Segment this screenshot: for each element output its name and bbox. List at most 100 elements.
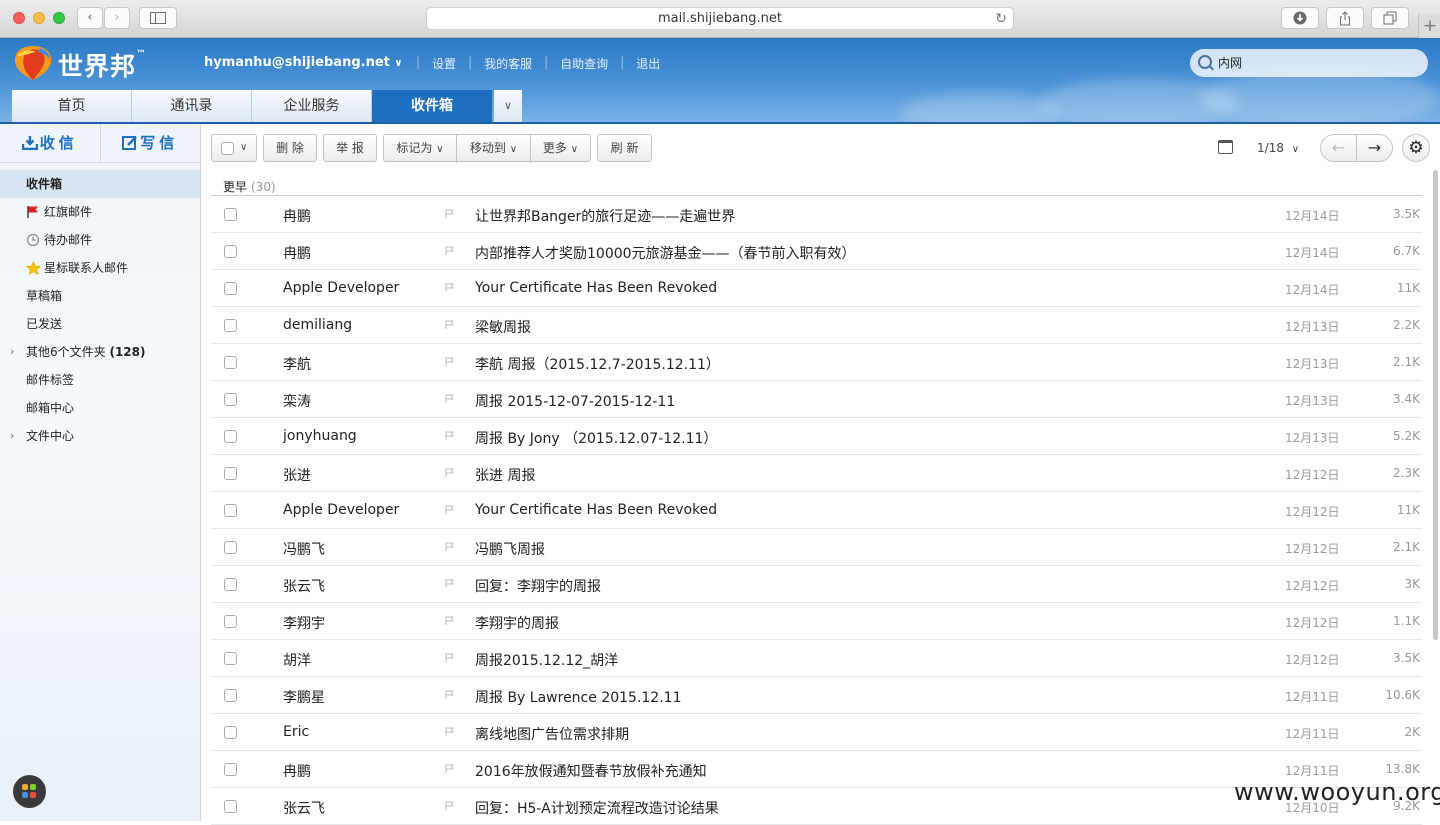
mail-row[interactable]: 冯鹏飞 冯鹏飞周报 12月12日 2.1K <box>211 529 1422 566</box>
more-dropdown[interactable]: 更多 ∨ <box>530 135 590 163</box>
row-checkbox[interactable] <box>224 282 237 295</box>
account-menu[interactable]: hymanhu@shijiebang.net ∨ <box>204 55 403 70</box>
mail-row[interactable]: 李翔宇 李翔宇的周报 12月12日 1.1K <box>211 603 1422 640</box>
row-checkbox[interactable] <box>224 208 237 221</box>
mail-row[interactable]: Apple Developer Your Certificate Has Been… <box>211 492 1422 529</box>
mail-row[interactable]: 胡洋 周报2015.12.12_胡洋 12月12日 3.5K <box>211 640 1422 677</box>
flag-icon[interactable] <box>445 727 454 736</box>
folder-mailbox-center[interactable]: 邮箱中心 <box>0 394 200 422</box>
folder-drafts[interactable]: 草稿箱 <box>0 282 200 310</box>
tab-home[interactable]: 首页 <box>12 90 132 122</box>
folder-mail-tags[interactable]: 邮件标签 <box>0 366 200 394</box>
row-checkbox[interactable] <box>224 541 237 554</box>
prev-page-button[interactable]: ← <box>1320 134 1357 162</box>
flag-icon[interactable] <box>445 357 454 366</box>
folder-starred-contacts[interactable]: 星标联系人邮件 <box>0 254 200 282</box>
mail-row[interactable]: 李航 李航 周报（2015.12.7-2015.12.11） 12月13日 2.1K <box>211 344 1422 381</box>
settings-gear-button[interactable]: ⚙ <box>1402 134 1430 162</box>
folder-file-center[interactable]: › 文件中心 <box>0 422 200 450</box>
delete-button[interactable]: 删 除 <box>263 134 317 162</box>
row-checkbox[interactable] <box>224 504 237 517</box>
address-bar[interactable]: mail.shijiebang.net ↻ <box>426 7 1014 30</box>
row-checkbox[interactable] <box>224 689 237 702</box>
flag-icon[interactable] <box>445 653 454 662</box>
receive-button[interactable]: 收信 <box>0 124 101 162</box>
customer-service-link[interactable]: 我的客服 <box>484 55 532 72</box>
flag-icon[interactable] <box>445 283 454 292</box>
tabs-overview-button[interactable] <box>1371 7 1409 29</box>
settings-link[interactable]: 设置 <box>432 55 456 72</box>
calendar-icon[interactable] <box>1218 140 1233 154</box>
mail-row[interactable]: Eric 离线地图广告位需求排期 12月11日 2K <box>211 714 1422 751</box>
self-help-link[interactable]: 自助查询 <box>560 55 608 72</box>
select-all-checkbox[interactable] <box>221 142 234 155</box>
chevron-right-icon[interactable]: › <box>10 338 14 366</box>
flag-icon[interactable] <box>445 616 454 625</box>
folder-inbox[interactable]: 收件箱 <box>0 170 200 198</box>
mark-as-dropdown[interactable]: 标记为 ∨ <box>384 135 456 163</box>
flag-icon[interactable] <box>445 801 454 810</box>
mail-row[interactable]: 冉鹏 内部推荐人才奖励10000元旅游基金——（春节前入职有效） 12月14日 6.7… <box>211 233 1422 270</box>
mail-row[interactable]: demiliang 梁敏周报 12月13日 2.2K <box>211 307 1422 344</box>
mail-row[interactable]: 李鹏星 周报 By Lawrence 2015.12.11 12月11日 10.6K <box>211 677 1422 714</box>
minimize-window-button[interactable] <box>33 12 45 24</box>
row-checkbox[interactable] <box>224 319 237 332</box>
chevron-right-icon[interactable]: › <box>10 422 14 450</box>
close-window-button[interactable] <box>13 12 25 24</box>
row-checkbox[interactable] <box>224 245 237 258</box>
forward-button[interactable]: › <box>104 7 130 29</box>
folder-other-folders[interactable]: › 其他6个文件夹 (128) <box>0 338 200 366</box>
flag-icon[interactable] <box>445 764 454 773</box>
tab-inbox[interactable]: 收件箱 <box>372 90 492 122</box>
move-to-dropdown[interactable]: 移动到 ∨ <box>456 135 530 163</box>
compose-button[interactable]: 写信 <box>101 124 201 162</box>
mail-row[interactable]: 栾涛 周报 2015-12-07-2015-12-11 12月13日 3.4K <box>211 381 1422 418</box>
apps-launcher-button[interactable] <box>13 775 46 808</box>
downloads-button[interactable] <box>1281 7 1319 29</box>
mail-row[interactable]: Apple Developer Your Certificate Has Been… <box>211 270 1422 307</box>
share-button[interactable] <box>1326 7 1364 29</box>
row-checkbox[interactable] <box>224 763 237 776</box>
row-checkbox[interactable] <box>224 800 237 813</box>
flag-icon[interactable] <box>445 690 454 699</box>
zoom-window-button[interactable] <box>53 12 65 24</box>
mail-row[interactable]: 张进 张进 周报 12月12日 2.3K <box>211 455 1422 492</box>
folder-todo[interactable]: 待办邮件 <box>0 226 200 254</box>
row-checkbox[interactable] <box>224 356 237 369</box>
report-button[interactable]: 举 报 <box>323 134 377 162</box>
row-checkbox[interactable] <box>224 652 237 665</box>
row-checkbox[interactable] <box>224 467 237 480</box>
flag-icon[interactable] <box>445 542 454 551</box>
reload-icon[interactable]: ↻ <box>995 8 1007 30</box>
flag-icon[interactable] <box>445 320 454 329</box>
flag-icon[interactable] <box>445 394 454 403</box>
row-checkbox[interactable] <box>224 615 237 628</box>
row-checkbox[interactable] <box>224 430 237 443</box>
flag-icon[interactable] <box>445 505 454 514</box>
scrollbar[interactable] <box>1433 170 1438 640</box>
flag-icon[interactable] <box>445 246 454 255</box>
back-button[interactable]: ‹ <box>77 7 103 29</box>
mail-row[interactable]: 张云飞 回复：李翔宇的周报 12月12日 3K <box>211 566 1422 603</box>
flag-icon[interactable] <box>445 209 454 218</box>
tabs-more-button[interactable]: ∨ <box>494 90 522 122</box>
search-input[interactable] <box>1216 54 1420 70</box>
tab-contacts[interactable]: 通讯录 <box>132 90 252 122</box>
folder-sent[interactable]: 已发送 <box>0 310 200 338</box>
next-page-button[interactable]: → <box>1356 134 1393 162</box>
flag-icon[interactable] <box>445 431 454 440</box>
flag-icon[interactable] <box>445 579 454 588</box>
sidebar-toggle-button[interactable] <box>139 7 177 29</box>
tab-enterprise-services[interactable]: 企业服务 <box>252 90 372 122</box>
new-tab-button[interactable]: + <box>1418 14 1440 38</box>
refresh-button[interactable]: 刷 新 <box>597 134 652 162</box>
mail-row[interactable]: 冉鹏 让世界邦Banger的旅行足迹——走遍世界 12月14日 3.5K <box>211 196 1422 233</box>
folder-flagged[interactable]: 红旗邮件 <box>0 198 200 226</box>
select-all-dropdown[interactable]: ∨ <box>211 134 257 162</box>
row-checkbox[interactable] <box>224 578 237 591</box>
logout-link[interactable]: 退出 <box>636 55 660 72</box>
page-selector[interactable]: 1/18 ∨ <box>1257 141 1299 155</box>
flag-icon[interactable] <box>445 468 454 477</box>
row-checkbox[interactable] <box>224 393 237 406</box>
mail-row[interactable]: jonyhuang 周报 By Jony （2015.12.07-12.11） 12… <box>211 418 1422 455</box>
